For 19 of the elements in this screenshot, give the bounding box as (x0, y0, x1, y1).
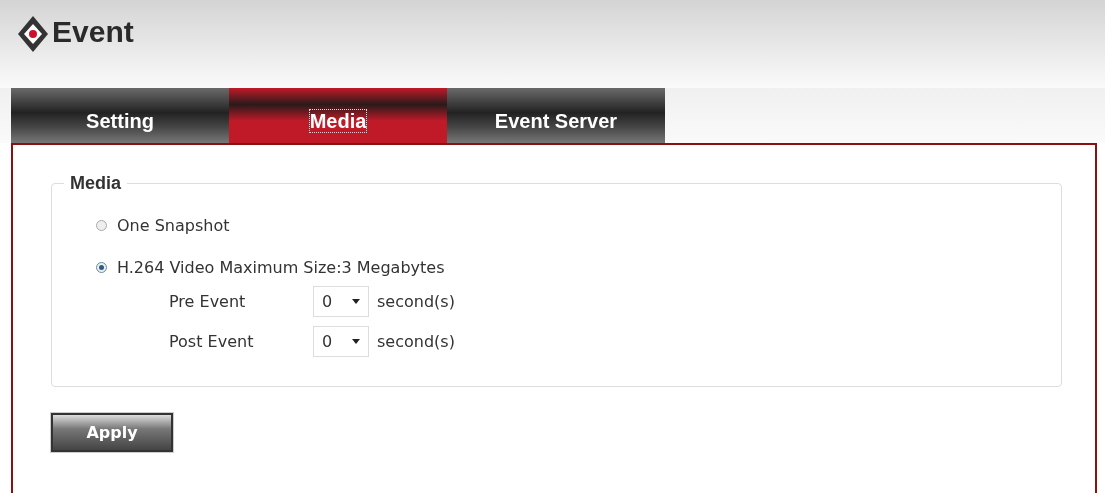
seconds-dropdown[interactable]: 0 (313, 325, 369, 357)
field-label: Pre Event (169, 291, 247, 311)
caret-icon (352, 298, 360, 304)
caret-icon (352, 338, 360, 344)
tab[interactable]: Event Server (447, 88, 665, 143)
tab[interactable]: Media (229, 88, 447, 143)
field-label: Post Event (169, 331, 255, 351)
unit-label: second(s) (377, 331, 455, 351)
radio-button[interactable] (96, 219, 107, 231)
page-title: Event (52, 14, 134, 50)
seconds-dropdown[interactable]: 0 (313, 285, 369, 317)
option-label: One Snapshot (117, 215, 230, 235)
logo-icon (16, 14, 50, 54)
unit-label: second(s) (377, 291, 455, 311)
option-label: H.264 Video Maximum Size:3 Megabytes (117, 257, 445, 277)
apply-button[interactable]: Apply (51, 413, 173, 452)
tab[interactable]: Setting (11, 88, 229, 143)
radio-button[interactable] (96, 261, 107, 273)
group-legend: Media (64, 173, 127, 194)
